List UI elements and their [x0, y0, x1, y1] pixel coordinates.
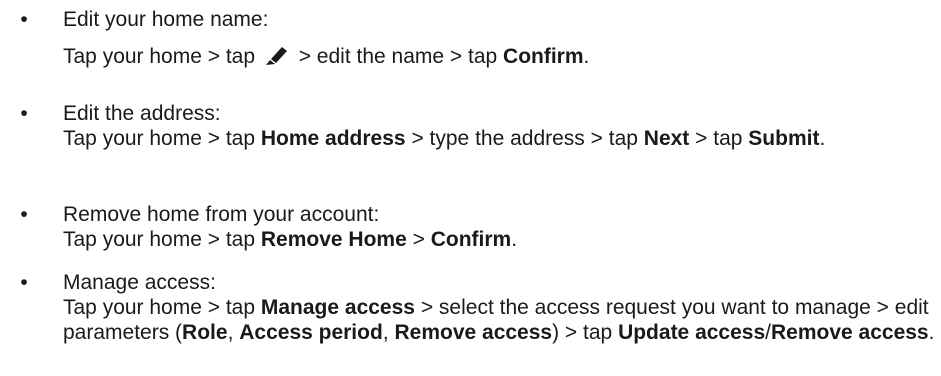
step-text: > — [406, 228, 431, 251]
step-text: > edit the name > tap — [292, 45, 504, 68]
list-item-remove-home: • Remove home from your account: Tap you… — [0, 202, 941, 252]
step-text: , — [382, 321, 395, 344]
ui-term: Next — [643, 127, 690, 150]
pencil-icon — [263, 44, 289, 66]
item-heading: Manage access: — [63, 271, 216, 294]
step-text: > type the address > tap — [405, 127, 644, 150]
step-text: . — [819, 127, 826, 150]
step-text: . — [583, 45, 590, 68]
item-heading: Edit the address: — [63, 102, 221, 125]
bullet: • — [20, 271, 28, 294]
bullet: • — [20, 102, 28, 125]
item-heading: Edit your home name: — [63, 8, 269, 31]
item-steps: Tap your home > tap > edit the name > ta… — [63, 44, 941, 69]
ui-term: Home address — [260, 127, 406, 150]
step-text: Tap your home > tap — [63, 45, 261, 68]
ui-term: Confirm — [503, 45, 584, 68]
ui-term: Remove Home — [260, 228, 407, 251]
ui-term: Submit — [748, 127, 820, 150]
step-text: . — [928, 321, 935, 344]
item-heading: Remove home from your account: — [63, 203, 380, 226]
ui-term: Manage access — [260, 296, 415, 319]
item-steps: Tap your home > tap Home address > type … — [63, 126, 923, 151]
step-text: Tap your home > tap — [63, 296, 261, 319]
ui-term: Remove access — [771, 321, 929, 344]
bullet: • — [20, 203, 28, 226]
ui-term: Confirm — [430, 228, 512, 251]
bullet: • — [20, 8, 28, 31]
step-text: , — [227, 321, 240, 344]
step-text: Tap your home > tap — [63, 127, 261, 150]
step-text: > tap — [689, 127, 749, 150]
ui-term: Access period — [239, 321, 383, 344]
item-steps: Tap your home > tap Manage access > sele… — [63, 295, 941, 345]
list-item-edit-address: • Edit the address: Tap your home > tap … — [0, 101, 923, 151]
ui-term: Remove access — [394, 321, 553, 344]
ui-term: Update access — [618, 321, 766, 344]
item-steps: Tap your home > tap Remove Home > Confir… — [63, 227, 941, 252]
list-item-manage-access: • Manage access: Tap your home > tap Man… — [0, 270, 941, 345]
step-text: . — [511, 228, 518, 251]
list-item-edit-home-name: • Edit your home name: Tap your home > t… — [0, 7, 941, 69]
ui-term: Role — [182, 321, 228, 344]
step-text: Tap your home > tap — [63, 228, 261, 251]
step-text: ) > tap — [552, 321, 619, 344]
